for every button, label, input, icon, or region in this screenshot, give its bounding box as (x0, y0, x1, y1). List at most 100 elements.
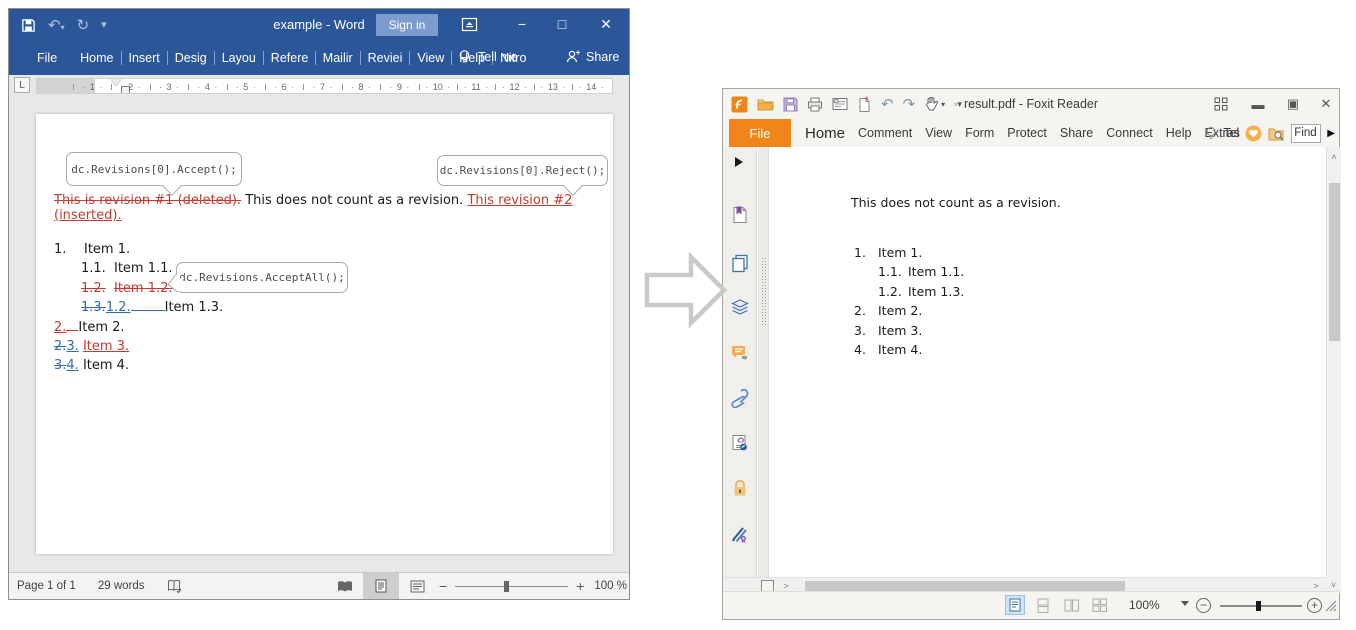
menu-item[interactable]: Help (1166, 126, 1192, 140)
ribbon-tab[interactable]: Desig (167, 51, 214, 65)
resize-grip-icon[interactable] (1325, 600, 1337, 612)
list-line: 1.Item 1. (54, 240, 223, 259)
layers-panel-icon[interactable] (730, 297, 750, 317)
menu-item[interactable]: Connect (1106, 126, 1153, 140)
zoom-level[interactable]: 100 % (594, 580, 627, 592)
tab-file[interactable]: File (27, 51, 67, 65)
zoom-out-button[interactable]: − (1196, 598, 1211, 613)
pdf-list-line: 1.2.Item 1.3. (854, 282, 964, 301)
tab-file[interactable]: File (729, 119, 791, 147)
zoom-slider-handle[interactable] (504, 581, 509, 592)
heart-icon[interactable] (1245, 125, 1262, 142)
ribbon-tab[interactable]: Reviei (360, 51, 410, 65)
scroll-up-icon[interactable]: ˄ (1327, 152, 1341, 162)
read-mode-icon[interactable] (327, 573, 363, 599)
zoom-slider[interactable] (1220, 605, 1302, 607)
callout-accept-all: dc.Revisions.AcceptAll(); (176, 262, 348, 293)
vertical-scrollbar[interactable]: ˄ (1326, 147, 1341, 577)
ruler-number: 9 (380, 79, 418, 94)
certify-panel-icon[interactable] (730, 524, 750, 544)
word-page[interactable]: dc.Revisions[0].Accept(); dc.Revisions[0… (36, 114, 613, 554)
normal-text: This does not count as a revision. (241, 193, 467, 208)
digital-signatures-panel-icon[interactable] (730, 433, 750, 453)
zoom-in-button[interactable]: + (1307, 598, 1322, 613)
menu-item[interactable]: View (925, 126, 952, 140)
scroll-right-icon[interactable]: ˃︎ (1311, 581, 1321, 591)
foxit-sidebar (723, 147, 757, 577)
vertical-scroll-thumb[interactable] (1329, 183, 1340, 341)
security-panel-icon[interactable] (730, 478, 750, 498)
ruler-number: 14 (572, 79, 610, 94)
tell-me-control[interactable]: Tell me (458, 49, 518, 65)
ruler-number: 12 (495, 79, 533, 94)
ribbon-tab[interactable]: Mailir (315, 51, 360, 65)
comments-panel-icon[interactable] (730, 343, 750, 363)
ribbon-display-options-icon[interactable] (461, 16, 478, 33)
share-control[interactable]: Share (565, 49, 619, 64)
pdf-page[interactable]: This does not count as a revision. 1.Ite… (769, 147, 1326, 577)
first-line-indent-marker[interactable] (111, 79, 121, 86)
share-person-icon (565, 49, 580, 64)
close-icon[interactable]: ✕ (1314, 95, 1338, 113)
scroll-left-icon[interactable]: ˃ (781, 581, 791, 591)
find-input[interactable] (1291, 124, 1321, 143)
ruler-number: 6 (265, 79, 303, 94)
panel-splitter[interactable] (758, 147, 769, 577)
zoom-dropdown-icon[interactable] (1181, 601, 1189, 606)
sign-in-button[interactable]: Sign in (376, 14, 438, 36)
zoom-in-button[interactable]: + (576, 578, 584, 594)
document-paragraph[interactable]: This is revision #1 (deleted). This does… (54, 193, 599, 223)
web-layout-icon[interactable] (399, 573, 435, 599)
hanging-indent-marker[interactable] (121, 86, 130, 94)
splitter-handle-icon[interactable] (761, 257, 766, 325)
callout-accept-code: dc.Revisions[0].Accept(); (71, 163, 237, 176)
page-indicator[interactable]: Page 1 of 1 (17, 580, 76, 592)
attachments-panel-icon[interactable] (730, 388, 750, 408)
view-switcher (327, 573, 435, 599)
zoom-slider[interactable] (455, 586, 568, 587)
tell-me-label[interactable]: Tel (1223, 126, 1239, 140)
page-view-modes (1005, 595, 1109, 615)
menu-overflow-arrow-icon[interactable]: ▶ (1327, 128, 1335, 139)
continuous-icon[interactable] (1033, 595, 1053, 615)
ribbon-tab[interactable]: Insert (121, 51, 167, 65)
zoom-level[interactable]: 100% (1129, 598, 1160, 612)
maximize-icon[interactable]: ▣ (1281, 95, 1305, 113)
ribbon-tab[interactable]: Home (73, 51, 120, 65)
word-count[interactable]: 29 words (98, 580, 145, 592)
search-icon[interactable] (1268, 126, 1285, 141)
zoom-out-button[interactable]: − (439, 578, 447, 594)
ribbon-tab[interactable]: Refere (263, 51, 315, 65)
bookmarks-panel-icon[interactable] (730, 205, 750, 225)
zoom-slider-handle[interactable] (1256, 601, 1261, 611)
proofing-icon[interactable] (167, 579, 182, 593)
horizontal-ruler: 1234567891011121314 (36, 78, 613, 94)
ribbon-tab[interactable]: View (409, 51, 451, 65)
ruler-number: 1 (73, 79, 111, 94)
menu-item[interactable]: Comment (858, 126, 912, 140)
menu-item[interactable]: Share (1060, 126, 1093, 140)
facing-icon[interactable] (1061, 595, 1081, 615)
ribbon-tab[interactable]: Layou (214, 51, 263, 65)
pdf-list: 1.Item 1.1.1.Item 1.1.1.2.Item 1.3.2.Ite… (854, 243, 964, 359)
continuous-facing-icon[interactable] (1089, 595, 1109, 615)
single-page-icon[interactable] (1005, 595, 1025, 615)
tab-stop-selector[interactable]: L (14, 77, 30, 93)
expand-panel-arrow-icon[interactable] (733, 155, 753, 175)
tell-me-label: Tell me (478, 50, 518, 64)
maximize-icon[interactable]: □ (545, 9, 579, 41)
print-layout-icon[interactable] (363, 573, 399, 599)
word-ribbon-tabs: File HomeInsertDesigLayouRefereMailirRev… (9, 41, 629, 75)
horizontal-scroll-thumb[interactable] (805, 581, 1125, 591)
minimize-icon[interactable]: − (505, 9, 539, 41)
list-line: 2.3. Item 3. (54, 337, 223, 356)
tab-home[interactable]: Home (805, 125, 845, 142)
menu-item[interactable]: Protect (1007, 126, 1047, 140)
scroll-down-icon[interactable]: ˅ (1326, 580, 1341, 590)
document-list[interactable]: 1.Item 1. 1.1.Item 1.1. 1.2.Item 1.2. 1.… (54, 240, 223, 376)
close-icon[interactable]: ✕ (589, 9, 623, 41)
restore-layout-icon[interactable] (1209, 95, 1233, 113)
minimize-icon[interactable]: ▬ (1246, 95, 1270, 113)
menu-item[interactable]: Form (965, 126, 994, 140)
pages-panel-icon[interactable] (730, 253, 750, 273)
